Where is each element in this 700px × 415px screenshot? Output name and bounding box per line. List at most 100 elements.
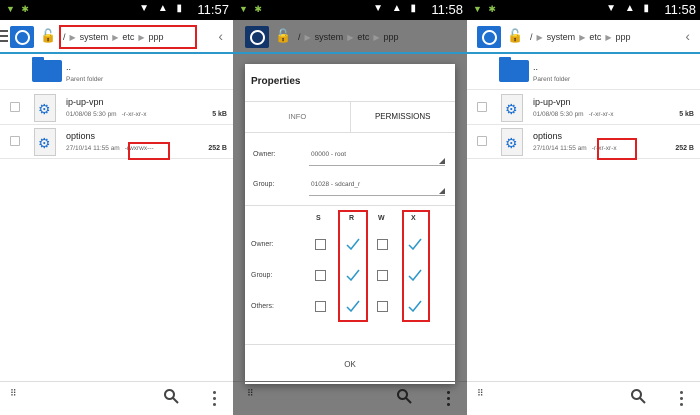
unlock-icon: 🔓 bbox=[275, 28, 292, 43]
breadcrumb-highlight bbox=[59, 25, 197, 49]
list-item-ip-up-vpn[interactable]: ⚙ ip-up-vpn 01/08/08 5:30 pm -r-xr-xr-x 5… bbox=[0, 91, 233, 125]
perm-checkbox-others-s[interactable] bbox=[315, 301, 326, 312]
ok-button[interactable]: OK bbox=[245, 344, 455, 384]
dialog-title: Properties bbox=[251, 76, 301, 87]
file-name: .. bbox=[66, 62, 72, 72]
file-size: 5 kB bbox=[212, 111, 227, 118]
bottom-bar: ⠿ bbox=[0, 381, 233, 415]
perm-row-label-owner: Owner: bbox=[251, 241, 274, 248]
properties-dialog: Properties INFO PERMISSIONS Owner: 00000… bbox=[245, 64, 455, 384]
perm-checkbox-owner-w[interactable] bbox=[377, 239, 388, 250]
status-bar: ▼ ✱ ▼ ▲ ▮ 11:58 bbox=[233, 0, 467, 20]
unlock-icon[interactable]: 🔓 bbox=[40, 28, 56, 44]
crumb-etc[interactable]: etc bbox=[586, 32, 604, 42]
file-subtitle: Parent folder bbox=[66, 76, 104, 83]
notification-icons: ▼ ✱ bbox=[6, 4, 31, 14]
perm-checkbox-group-s[interactable] bbox=[315, 270, 326, 281]
notification-icons: ▼ ✱ bbox=[239, 4, 264, 14]
search-icon[interactable] bbox=[630, 388, 646, 404]
properties-dialog-screen: ▼ ✱ ▼ ▲ ▮ 11:58 🔓 / ▶ system ▶ etc ▶ ppp Pr… bbox=[233, 0, 467, 415]
signal-battery-icons: ▼ ▲ ▮ bbox=[139, 3, 185, 14]
folder-icon bbox=[499, 57, 529, 82]
crumb-system[interactable]: system bbox=[544, 32, 579, 42]
dropdown-icon bbox=[439, 188, 445, 194]
status-bar: ▼ ✱ ▼ ▲ ▮ 11:58 bbox=[467, 0, 700, 20]
file-size: 252 B bbox=[675, 145, 694, 152]
chevron-right-icon: ▶ bbox=[536, 32, 543, 42]
file-date: 27/10/14 11:55 am bbox=[66, 145, 120, 152]
file-meta: 01/08/08 5:30 pm -r-xr-xr-x bbox=[533, 111, 614, 118]
perm-checkbox-others-w[interactable] bbox=[377, 301, 388, 312]
search-icon bbox=[397, 389, 412, 404]
grid-icon[interactable]: ⠿ bbox=[477, 389, 487, 398]
file-date: 01/08/08 5:30 pm bbox=[533, 111, 584, 118]
crumb-ppp[interactable]: ppp bbox=[613, 32, 634, 42]
chevron-right-icon: ▶ bbox=[373, 32, 380, 42]
row-checkbox[interactable] bbox=[10, 102, 20, 112]
owner-select[interactable]: Owner: 00000 - root bbox=[253, 146, 449, 166]
file-date: 01/08/08 5:30 pm bbox=[66, 111, 117, 118]
list-item-parent[interactable]: .. Parent folder bbox=[467, 56, 700, 90]
chevron-right-icon: ▶ bbox=[605, 32, 612, 42]
signal-battery-icons: ▼ ▲ ▮ bbox=[606, 3, 652, 14]
crumb-root[interactable]: / bbox=[527, 32, 536, 42]
execute-column-highlight bbox=[402, 210, 430, 322]
app-icon[interactable] bbox=[477, 26, 501, 48]
folder-icon bbox=[32, 57, 62, 82]
settings-file-icon: ⚙ bbox=[34, 94, 56, 122]
breadcrumb: / ▶ system ▶ etc ▶ ppp bbox=[295, 26, 402, 48]
file-name: options bbox=[533, 131, 563, 141]
status-bar: ▼ ✱ ▼ ▲ ▮ 11:57 bbox=[0, 0, 233, 20]
file-name: options bbox=[66, 131, 96, 141]
search-icon[interactable] bbox=[163, 388, 179, 404]
app-icon[interactable] bbox=[10, 26, 34, 48]
perm-row-label-group: Group: bbox=[251, 272, 273, 279]
file-name: ip-up-vpn bbox=[66, 97, 104, 107]
unlock-icon[interactable]: 🔓 bbox=[507, 28, 523, 44]
settings-file-icon: ⚙ bbox=[501, 128, 523, 156]
perm-checkbox-group-w[interactable] bbox=[377, 270, 388, 281]
file-size: 5 kB bbox=[679, 111, 694, 118]
perm-checkbox-owner-s[interactable] bbox=[315, 239, 326, 250]
dropdown-icon bbox=[439, 158, 445, 164]
dialog-tabs: INFO PERMISSIONS bbox=[245, 101, 455, 133]
overflow-menu-icon[interactable] bbox=[680, 391, 684, 409]
back-chevron-icon[interactable]: ‹ bbox=[685, 28, 690, 44]
menu-icon[interactable] bbox=[0, 30, 8, 42]
list-item-ip-up-vpn[interactable]: ⚙ ip-up-vpn 01/08/08 5:30 pm -r-xr-xr-x 5… bbox=[467, 91, 700, 125]
grid-icon[interactable]: ⠿ bbox=[10, 389, 20, 398]
overflow-menu-icon bbox=[447, 391, 451, 409]
file-permissions: -r-xr-xr-x bbox=[588, 111, 614, 118]
row-checkbox[interactable] bbox=[10, 136, 20, 146]
file-meta: 01/08/08 5:30 pm -r-xr-xr-x bbox=[66, 111, 147, 118]
group-select[interactable]: Group: 01028 - sdcard_r bbox=[253, 176, 449, 196]
row-checkbox[interactable] bbox=[477, 102, 487, 112]
group-value: 01028 - sdcard_r bbox=[311, 181, 361, 188]
file-subtitle: Parent folder bbox=[533, 76, 571, 83]
grid-icon: ⠿ bbox=[247, 388, 254, 398]
read-column-highlight bbox=[338, 210, 368, 322]
file-size: 252 B bbox=[208, 145, 227, 152]
row-checkbox[interactable] bbox=[477, 136, 487, 146]
toolbar-dimmed: 🔓 / ▶ system ▶ etc ▶ ppp bbox=[233, 20, 467, 54]
file-name: ip-up-vpn bbox=[533, 97, 571, 107]
file-browser-before: ▼ ✱ ▼ ▲ ▮ 11:57 🔓 / ▶ system ▶ etc ▶ ppp ‹ … bbox=[0, 0, 233, 415]
crumb-etc: etc bbox=[357, 32, 370, 42]
signal-battery-icons: ▼ ▲ ▮ bbox=[373, 3, 419, 14]
back-chevron-icon[interactable]: ‹ bbox=[218, 28, 223, 44]
chevron-right-icon: ▶ bbox=[347, 32, 354, 42]
tab-info[interactable]: INFO bbox=[245, 102, 350, 132]
crumb-system: system bbox=[314, 32, 344, 42]
tab-permissions[interactable]: PERMISSIONS bbox=[349, 102, 456, 132]
overflow-menu-icon[interactable] bbox=[213, 391, 217, 409]
breadcrumb: / ▶ system ▶ etc ▶ ppp bbox=[527, 26, 634, 48]
owner-value: 00000 - root bbox=[311, 151, 347, 158]
col-header-s: S bbox=[316, 215, 321, 222]
perm-row-label-others: Others: bbox=[251, 303, 274, 310]
list-item-options[interactable]: ⚙ options 27/10/14 11:55 am -r-xr-xr-x 25… bbox=[467, 125, 700, 159]
file-permissions: -r-xr-xr-x bbox=[121, 111, 147, 118]
permissions-highlight bbox=[128, 142, 170, 160]
list-item-parent[interactable]: .. Parent folder bbox=[0, 56, 233, 90]
list-item-options[interactable]: ⚙ options 27/10/14 11:55 am -rwxrwx--- 25… bbox=[0, 125, 233, 159]
col-header-w: W bbox=[378, 215, 385, 222]
